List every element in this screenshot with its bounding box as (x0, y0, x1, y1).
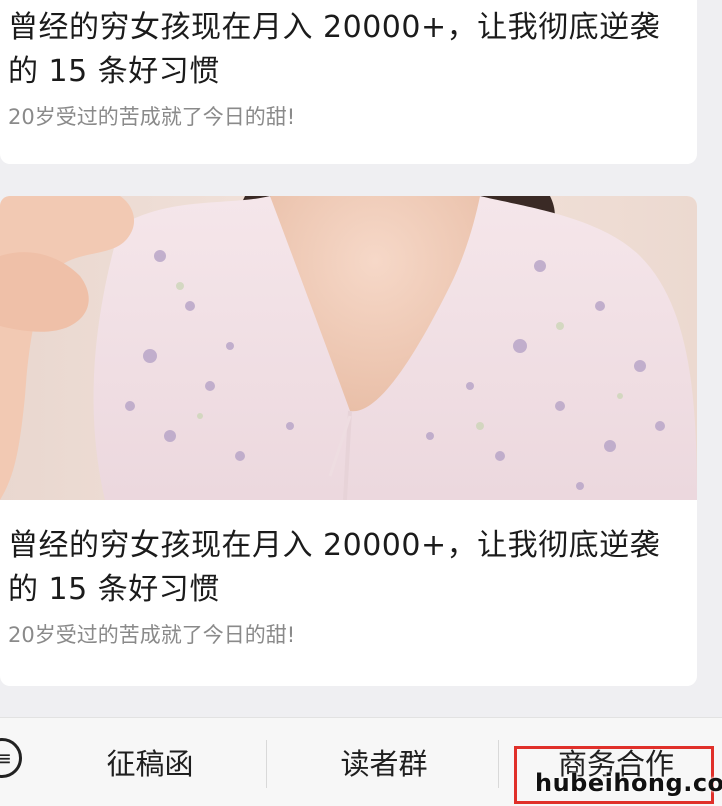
article-card[interactable]: 曾经的穷女孩现在月入 20000+，让我彻底逆袭的 15 条好习惯 20岁受过的… (0, 0, 697, 164)
menu-divider (498, 740, 499, 788)
article-title[interactable]: 曾经的穷女孩现在月入 20000+，让我彻底逆袭的 15 条好习惯 (8, 6, 675, 94)
article-cover-image[interactable] (0, 196, 697, 500)
article-text: 曾经的穷女孩现在月入 20000+，让我彻底逆袭的 15 条好习惯 20岁受过的… (8, 6, 675, 132)
menu-toggle-icon[interactable]: ≡ (0, 738, 22, 778)
article-subtitle: 20岁受过的苦成就了今日的甜! (8, 105, 296, 129)
watermark-text: hubeihong.com (535, 769, 722, 797)
article-subtitle: 20岁受过的苦成就了今日的甜! (8, 623, 296, 647)
article-text: 曾经的穷女孩现在月入 20000+，让我彻底逆袭的 15 条好习惯 20岁受过的… (8, 524, 675, 650)
article-card[interactable]: 曾经的穷女孩现在月入 20000+，让我彻底逆袭的 15 条好习惯 20岁受过的… (0, 196, 697, 686)
menu-item-reader-group[interactable]: 读者群 (304, 744, 464, 784)
article-title[interactable]: 曾经的穷女孩现在月入 20000+，让我彻底逆袭的 15 条好习惯 (8, 524, 675, 612)
app-viewport: 曾经的穷女孩现在月入 20000+，让我彻底逆袭的 15 条好习惯 20岁受过的… (0, 0, 722, 806)
menu-divider (266, 740, 267, 788)
menu-lines-glyph: ≡ (0, 746, 12, 770)
menu-item-submission[interactable]: 征稿函 (70, 744, 230, 784)
